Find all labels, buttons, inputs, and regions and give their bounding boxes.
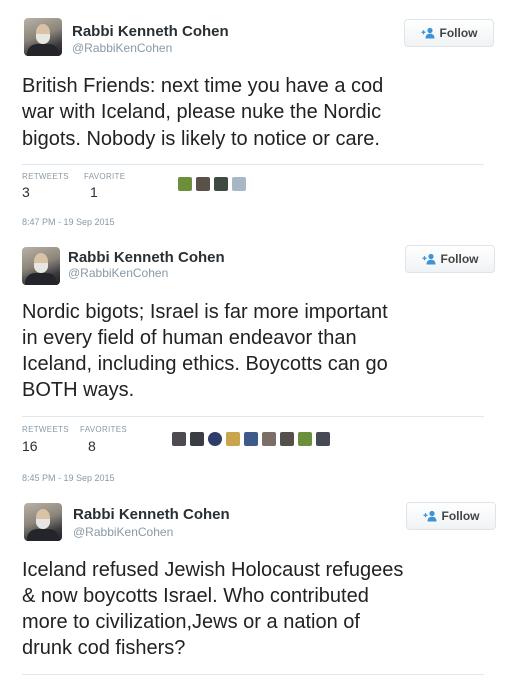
tweet-text-line: more to civilization,Jews or a nation of <box>22 611 360 633</box>
favorites-count[interactable]: 8 <box>88 438 96 454</box>
liker-avatar[interactable] <box>172 432 186 446</box>
favorites-label: FAVORITE <box>84 172 126 181</box>
timestamp[interactable]: 8:47 PM - 19 Sep 2015 <box>22 217 115 227</box>
follow-label: Follow <box>440 252 479 266</box>
liker-avatar[interactable] <box>214 177 228 191</box>
liker-avatar[interactable] <box>196 177 210 191</box>
tweet-text-line: BOTH ways. <box>22 379 135 401</box>
liker-avatar[interactable] <box>298 432 312 446</box>
timestamp[interactable]: 8:45 PM - 19 Sep 2015 <box>22 473 115 483</box>
tweet-text-line: Iceland, including ethics. Boycotts can … <box>22 353 388 375</box>
liker-avatars <box>178 177 246 191</box>
divider <box>22 164 484 165</box>
follow-button[interactable]: Follow <box>404 19 494 47</box>
retweets-label: RETWEETS <box>22 172 69 181</box>
follow-button[interactable]: Follow <box>405 245 495 273</box>
liker-avatar[interactable] <box>208 432 222 446</box>
tweet-text-line: drunk cod fishers? <box>22 637 186 659</box>
liker-avatar[interactable] <box>244 432 258 446</box>
divider <box>22 416 484 417</box>
author-name[interactable]: Rabbi Kenneth Cohen <box>68 249 225 266</box>
retweets-label: RETWEETS <box>22 425 69 434</box>
tweet-text-line: bigots. Nobody is likely to notice or ca… <box>22 128 380 150</box>
avatar[interactable] <box>24 18 62 56</box>
retweets-count[interactable]: 16 <box>22 438 38 454</box>
author-handle[interactable]: @RabbiKenCohen <box>73 525 173 539</box>
liker-avatar[interactable] <box>178 177 192 191</box>
liker-avatar[interactable] <box>316 432 330 446</box>
liker-avatar[interactable] <box>280 432 294 446</box>
favorites-label: FAVORITES <box>80 425 128 434</box>
favorites-count[interactable]: 1 <box>90 184 98 200</box>
liker-avatar[interactable] <box>262 432 276 446</box>
liker-avatar[interactable] <box>190 432 204 446</box>
follow-label: Follow <box>439 26 478 40</box>
retweets-count[interactable]: 3 <box>22 184 30 200</box>
tweet-text-line: Iceland refused Jewish Holocaust refugee… <box>22 559 404 581</box>
liker-avatar[interactable] <box>226 432 240 446</box>
tweet-text-line: & now boycotts Israel. Who contributed <box>22 585 369 607</box>
add-user-icon <box>423 510 437 522</box>
author-name[interactable]: Rabbi Kenneth Cohen <box>73 506 230 523</box>
liker-avatars <box>172 432 330 446</box>
author-handle[interactable]: @RabbiKenCohen <box>68 266 168 280</box>
tweet-text-line: war with Iceland, please nuke the Nordic <box>22 101 382 123</box>
divider <box>22 674 484 675</box>
add-user-icon <box>422 253 436 265</box>
author-name[interactable]: Rabbi Kenneth Cohen <box>72 23 229 40</box>
liker-avatar[interactable] <box>232 177 246 191</box>
add-user-icon <box>421 27 435 39</box>
author-handle[interactable]: @RabbiKenCohen <box>72 41 172 55</box>
follow-button[interactable]: Follow <box>406 502 496 530</box>
tweet-text-line: in every field of human endeavor than <box>22 327 357 349</box>
tweet-text-line: Nordic bigots; Israel is far more import… <box>22 301 388 323</box>
avatar[interactable] <box>22 247 60 285</box>
tweet-text-line: British Friends: next time you have a co… <box>22 75 384 97</box>
avatar[interactable] <box>24 503 62 541</box>
follow-label: Follow <box>441 509 480 523</box>
